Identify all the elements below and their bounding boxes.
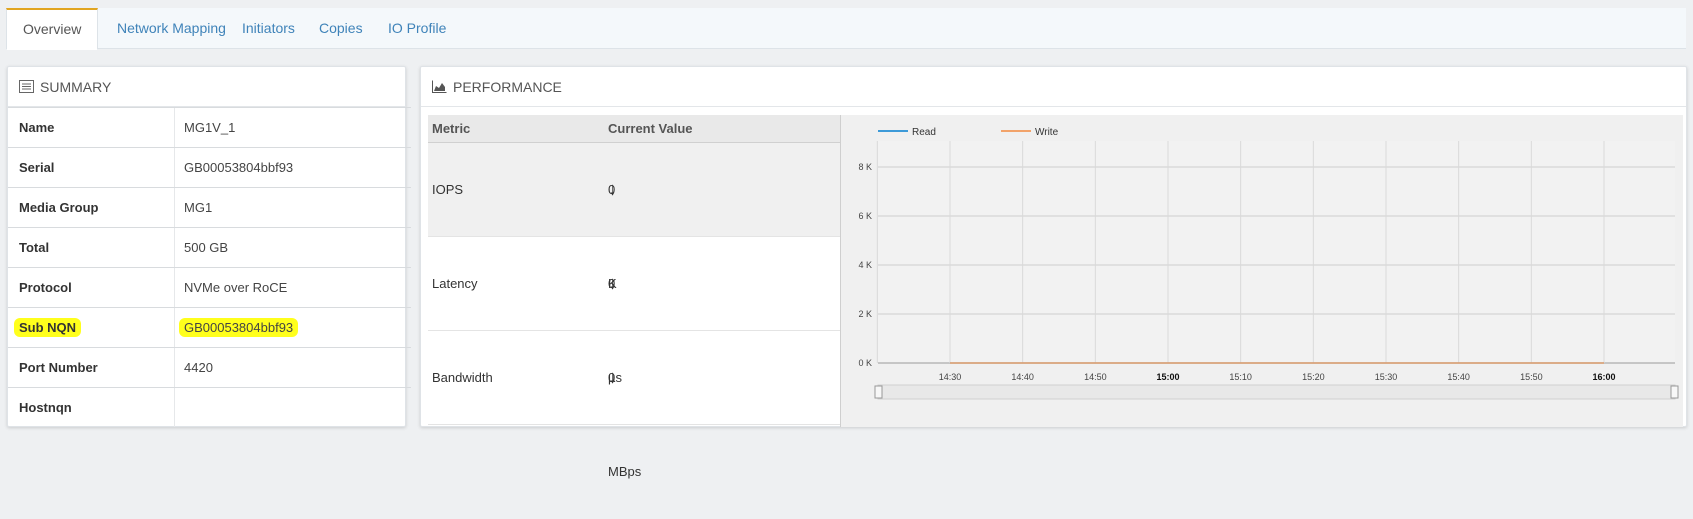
chart-svg: 0 K 2 K 4 K 6 K 8 K 14:30 14:40 14:50 15:00 15:10… — [858, 127, 1679, 400]
summary-row-hostnqn: Hostnqn — [8, 387, 411, 427]
legend-label-read: Read — [912, 127, 936, 138]
legend-label-write: Write — [1035, 127, 1059, 138]
x-tick-label: 14:30 — [939, 372, 962, 382]
tab-network-mapping[interactable]: Network Mapping — [101, 8, 242, 49]
summary-row-media-group: Media Group MG1 — [8, 187, 411, 227]
x-tick-label: 15:30 — [1375, 372, 1398, 382]
x-tick-label: 14:40 — [1011, 372, 1034, 382]
x-tick-label: 15:40 — [1447, 372, 1470, 382]
arrow-down-icon: 🠓 — [610, 276, 616, 292]
summary-title: SUMMARY — [40, 78, 112, 95]
y-tick-label: 0 K — [858, 358, 872, 368]
summary-row-total: Total 500 GB — [8, 227, 411, 267]
highlighted-value: GB00053804bbf93 — [179, 318, 299, 337]
summary-row-serial: Serial GB00053804bbf93 — [8, 147, 411, 187]
y-tick-label: 8 K — [858, 162, 872, 172]
navigator-track — [877, 384, 1676, 400]
arrow-down-icon: 🠓 — [610, 182, 616, 198]
highlighted-key: Sub NQN — [14, 318, 82, 337]
plot-area — [878, 141, 1675, 363]
tab-io-profile[interactable]: IO Profile — [372, 8, 462, 49]
tab-bar: Overview Network Mapping Initiators Copi… — [6, 8, 1686, 50]
metric-row-iops: IOPS 0 K 🠓 — [428, 143, 840, 291]
summary-row-port-number: Port Number 4420 — [8, 347, 411, 387]
navigator-handle-right — [1670, 385, 1679, 399]
metrics-table-header: Metric Current Value — [428, 115, 840, 143]
navigator-handle-left — [874, 385, 883, 399]
x-tick-label: 15:50 — [1520, 372, 1543, 382]
metric-row-bandwidth: Bandwidth 0 MBps 🠓 — [428, 331, 840, 479]
list-icon — [19, 80, 34, 93]
tab-copies[interactable]: Copies — [303, 8, 379, 49]
x-tick-label: 15:10 — [1229, 372, 1252, 382]
area-chart-icon — [432, 80, 447, 93]
x-tick-label: 16:00 — [1592, 372, 1615, 382]
summary-header: SUMMARY — [8, 67, 405, 107]
performance-panel: PERFORMANCE Metric Current Value IOPS 0 … — [420, 66, 1687, 479]
metric-row-latency: Latency 0 µs 🠓 — [428, 237, 840, 385]
y-tick-label: 6 K — [858, 211, 872, 221]
arrow-down-icon: 🠓 — [610, 370, 616, 386]
x-tick-label: 15:00 — [1156, 372, 1179, 382]
x-tick-label: 14:50 — [1084, 372, 1107, 382]
x-tick-label: 15:20 — [1302, 372, 1325, 382]
metric-column-header: Metric — [432, 121, 471, 136]
performance-header: PERFORMANCE — [421, 67, 1686, 107]
tab-initiators[interactable]: Initiators — [226, 8, 311, 49]
performance-chart: 0 K 2 K 4 K 6 K 8 K 14:30 14:40 14:50 15:00 15:10… — [840, 115, 1683, 427]
summary-row-sub-nqn: Sub NQN GB00053804bbf93 — [8, 307, 411, 347]
summary-panel: SUMMARY Name MG1V_1 Serial GB00053804bbf… — [7, 66, 411, 427]
summary-row-name: Name MG1V_1 — [8, 107, 411, 147]
y-tick-label: 2 K — [858, 309, 872, 319]
current-value-column-header: Current Value — [608, 121, 693, 136]
y-tick-label: 4 K — [858, 260, 872, 270]
summary-row-protocol: Protocol NVMe over RoCE — [8, 267, 411, 307]
tab-overview[interactable]: Overview — [6, 8, 99, 50]
performance-title: PERFORMANCE — [453, 78, 562, 95]
